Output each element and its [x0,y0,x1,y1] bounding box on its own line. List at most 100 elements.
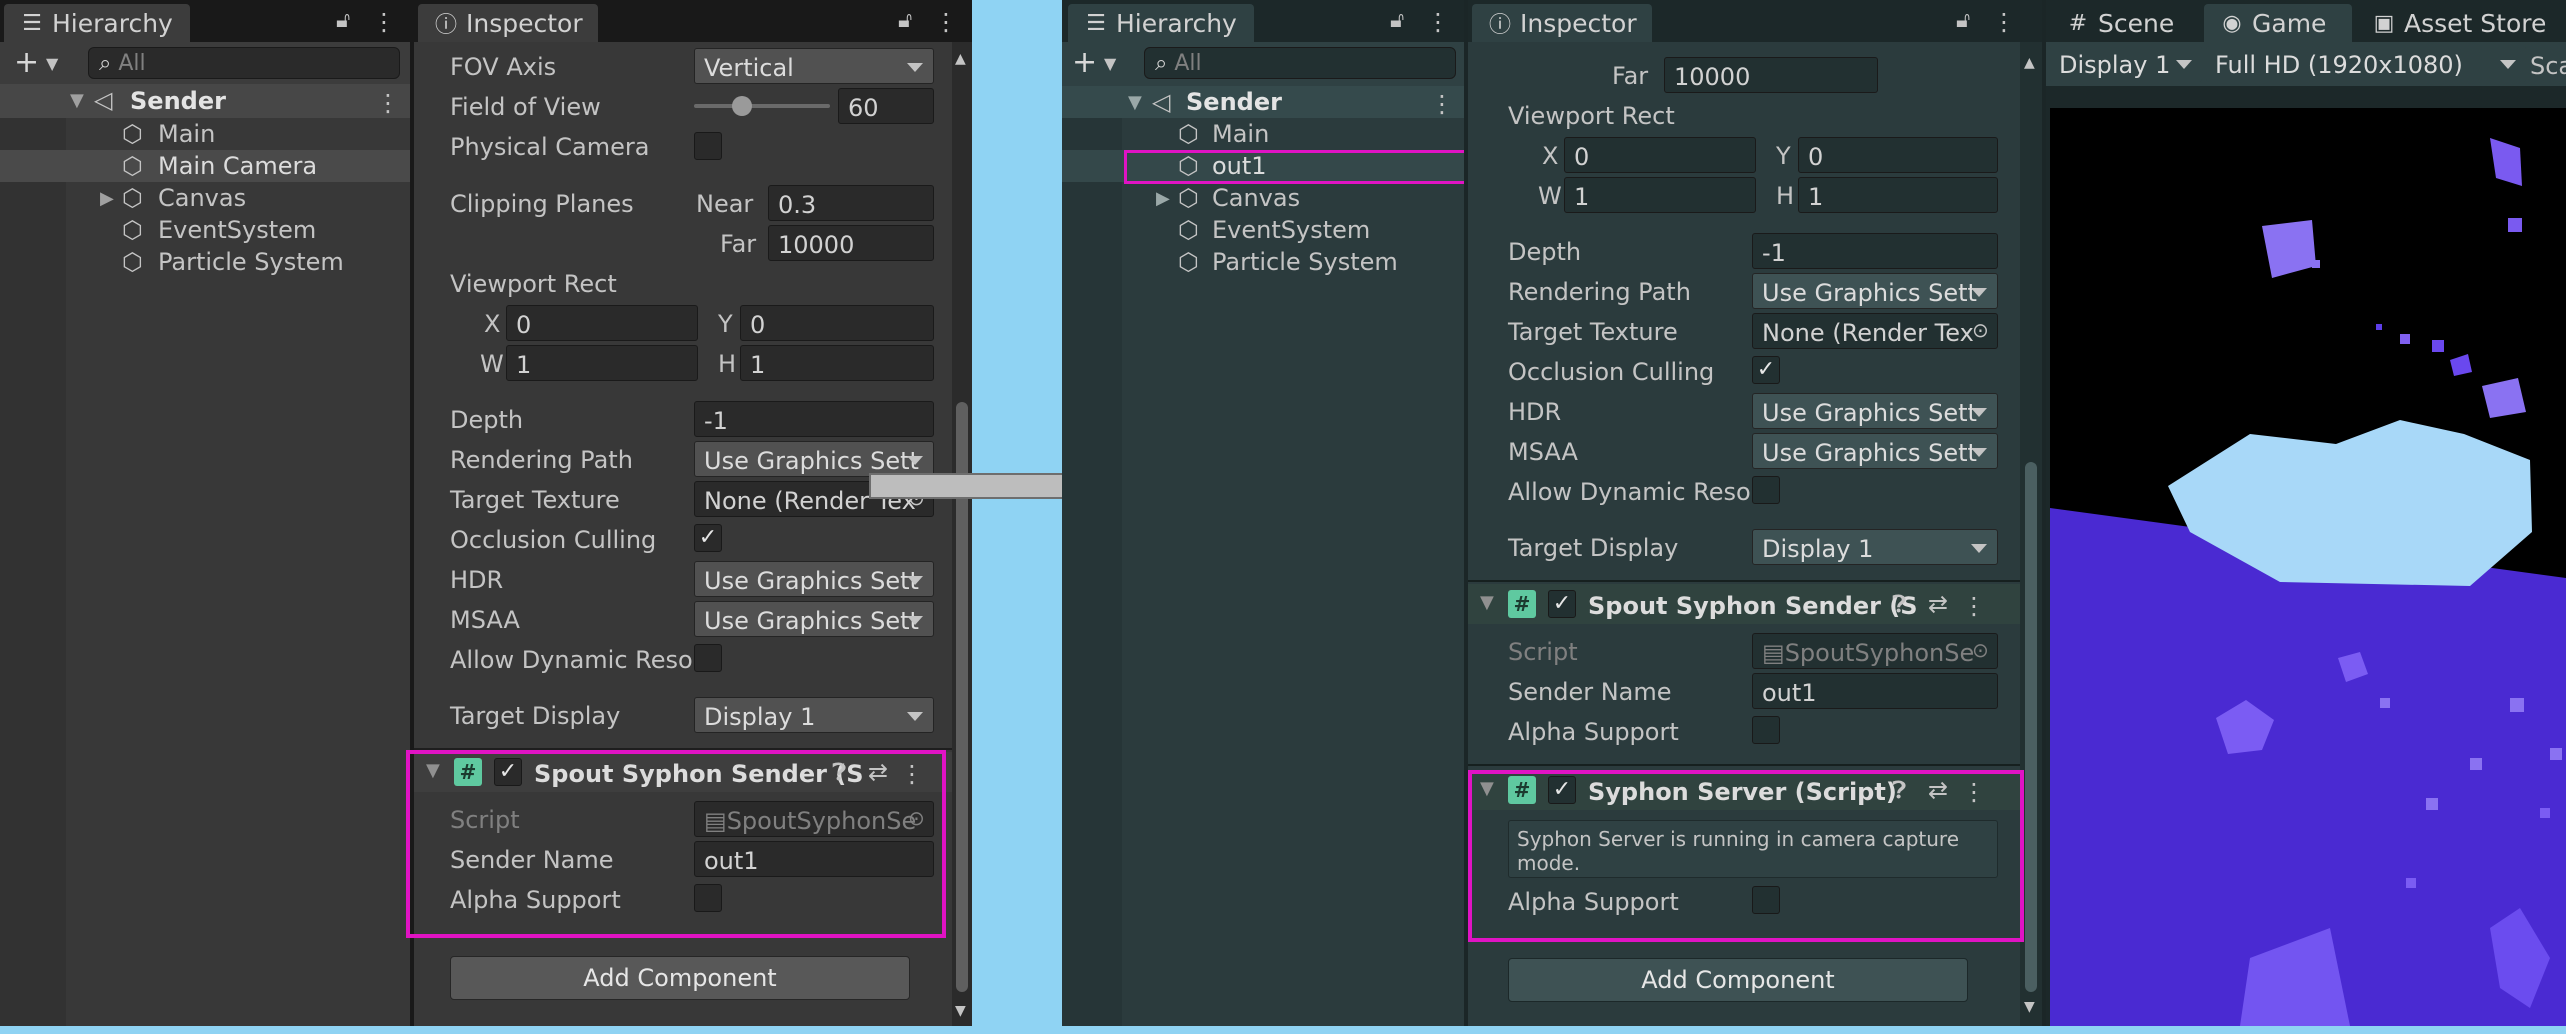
inspector-panel: ⓘ Inspector 🔓︎ ⋮ Far 10000 Viewport Rect … [1468,0,2042,1026]
far-field[interactable]: 10000 [1664,57,1878,93]
kebab-menu-icon[interactable]: ⋮ [372,8,396,36]
display-dropdown[interactable]: Display 1 [2050,46,2202,82]
expand-arrow-icon[interactable]: ▼ [1128,94,1142,112]
target-display-dropdown[interactable]: Display 1 [1752,529,1998,565]
search-input[interactable]: ⌕ All [1144,47,1456,79]
fov-axis-dropdown[interactable]: Vertical [694,48,934,84]
msaa-label: MSAA [1508,438,1578,466]
lock-icon[interactable]: 🔓︎ [336,10,350,32]
occlusion-culling-checkbox[interactable]: ✓ [1752,356,1780,384]
fov-slider-track[interactable] [694,104,830,108]
viewport-x-label: X [484,310,501,338]
hierarchy-item[interactable]: ⬡ EventSystem [1062,214,1464,246]
viewport-w-field[interactable]: 1 [506,345,698,381]
dynamic-resolution-checkbox[interactable] [694,644,722,672]
tab-inspector[interactable]: ⓘ Inspector [1472,4,1652,42]
kebab-menu-icon[interactable]: ⋮ [1992,8,2016,36]
hierarchy-panel: ☰ Hierarchy 🔓︎ ⋮ + ▼ ⌕ All ▼ ◁ Sender ⋮ ⬡… [0,0,410,1026]
chevron-down-icon[interactable]: ▼ [1104,56,1116,72]
hierarchy-item[interactable]: ⬡ Particle System [1062,246,1464,278]
hierarchy-item[interactable]: ⬡ Main [1062,118,1464,150]
hierarchy-item[interactable]: ⬡ EventSystem [0,214,410,246]
fov-value-field[interactable]: 60 [838,88,934,124]
tab-hierarchy[interactable]: ☰ Hierarchy [1068,4,1254,42]
lock-icon[interactable]: 🔓︎ [1956,10,1970,32]
expand-arrow-icon[interactable]: ▶ [100,190,114,208]
viewport-h-field[interactable]: 1 [740,345,934,381]
hierarchy-item[interactable]: ⬡ Particle System [0,246,410,278]
add-icon[interactable]: + [1072,48,1097,78]
sender-name-field[interactable]: out1 [1752,673,1998,709]
target-texture-field[interactable]: None (Render Tex [1752,313,1998,349]
row-menu-icon[interactable]: ⋮ [1430,90,1454,118]
msaa-dropdown[interactable]: Use Graphics Sett [1752,433,1998,469]
kebab-menu-icon[interactable]: ⋮ [1426,8,1450,36]
far-field[interactable]: 10000 [768,225,934,261]
lock-icon[interactable]: 🔓︎ [1390,10,1404,32]
help-icon[interactable]: ❓︎ [1892,592,1906,616]
expand-arrow-icon[interactable]: ▼ [70,92,84,110]
object-picker-icon[interactable]: ⊙ [1972,320,1989,340]
hierarchy-item[interactable]: ▶ ⬡ Canvas [0,182,410,214]
search-placeholder: All [118,51,146,76]
row-menu-icon[interactable]: ⋮ [376,89,400,117]
hierarchy-root-label: Sender [1186,88,1282,116]
cube-particle [2406,878,2416,888]
clipping-planes-label: Clipping Planes [450,190,634,218]
near-field[interactable]: 0.3 [768,185,934,221]
scrollbar-thumb[interactable] [2025,462,2037,992]
viewport-x-field[interactable]: 0 [1564,137,1756,173]
hierarchy-item-label: EventSystem [1212,216,1371,244]
msaa-dropdown[interactable]: Use Graphics Sett [694,601,934,637]
add-component-button[interactable]: Add Component [450,956,910,1000]
expand-arrow-icon[interactable]: ▶ [1156,190,1170,208]
add-component-button[interactable]: Add Component [1508,958,1968,1002]
cube-particle [2510,698,2524,712]
scroll-down-icon[interactable]: ▼ [955,1004,966,1018]
hierarchy-item-selected[interactable]: ⬡ Main Camera [0,150,410,182]
object-picker-icon[interactable]: ⊙ [1972,640,1989,660]
tab-hierarchy[interactable]: ☰ Hierarchy [4,4,190,42]
target-display-dropdown[interactable]: Display 1 [694,697,934,733]
viewport-x-field[interactable]: 0 [506,305,698,341]
scroll-up-icon[interactable]: ▲ [2024,56,2035,70]
rendering-path-dropdown[interactable]: Use Graphics Sett [1752,273,1998,309]
search-icon: ⌕ [99,51,112,76]
dynamic-resolution-checkbox[interactable] [1752,476,1780,504]
hierarchy-item[interactable]: ▶ ⬡ Canvas [1062,182,1464,214]
fov-slider-handle[interactable] [732,96,752,116]
scroll-up-icon[interactable]: ▲ [955,52,966,66]
occlusion-culling-checkbox[interactable]: ✓ [694,524,722,552]
viewport-w-field[interactable]: 1 [1564,177,1756,213]
tab-asset-store[interactable]: ▣ Asset Store [2356,4,2566,42]
component-enabled-checkbox[interactable]: ✓ [1548,590,1576,618]
alpha-support-checkbox[interactable] [1752,716,1780,744]
hdr-label: HDR [450,566,504,594]
hierarchy-panel: ☰ Hierarchy 🔓︎ ⋮ + ▼ ⌕ All ▼ ◁ Sender ⋮ ⬡… [1062,0,1464,1026]
foldout-arrow-icon[interactable]: ▼ [1480,594,1494,612]
kebab-menu-icon[interactable]: ⋮ [934,8,958,36]
hierarchy-root-row[interactable]: ▼ ◁ Sender ⋮ [1062,86,1464,118]
resolution-dropdown[interactable]: Full HD (1920x1080) [2206,46,2526,82]
viewport-h-field[interactable]: 1 [1798,177,1998,213]
scroll-down-icon[interactable]: ▼ [2024,1000,2035,1014]
hierarchy-item[interactable]: ⬡ Main [0,118,410,150]
viewport-y-field[interactable]: 0 [740,305,934,341]
unity-scene-icon: ◁ [94,86,113,114]
lock-icon[interactable]: 🔓︎ [898,10,912,32]
presets-icon[interactable]: ⇄ [1928,592,1948,616]
add-icon[interactable]: + [14,48,39,78]
gamepad-icon: ◉ [2222,10,2242,36]
tab-inspector[interactable]: ⓘ Inspector [418,4,598,42]
component-menu-icon[interactable]: ⋮ [1962,592,1986,620]
physical-camera-checkbox[interactable] [694,132,722,160]
depth-field[interactable]: -1 [1752,233,1998,269]
search-input[interactable]: ⌕ All [88,47,400,79]
viewport-y-field[interactable]: 0 [1798,137,1998,173]
hdr-dropdown[interactable]: Use Graphics Sett [1752,393,1998,429]
tab-scene[interactable]: # Scene [2050,4,2200,42]
chevron-down-icon[interactable]: ▼ [46,56,58,72]
tab-game[interactable]: ◉ Game [2204,4,2352,42]
hierarchy-root-row[interactable]: ▼ ◁ Sender ⋮ [0,84,410,118]
scale-label[interactable]: Sca [2530,54,2566,78]
